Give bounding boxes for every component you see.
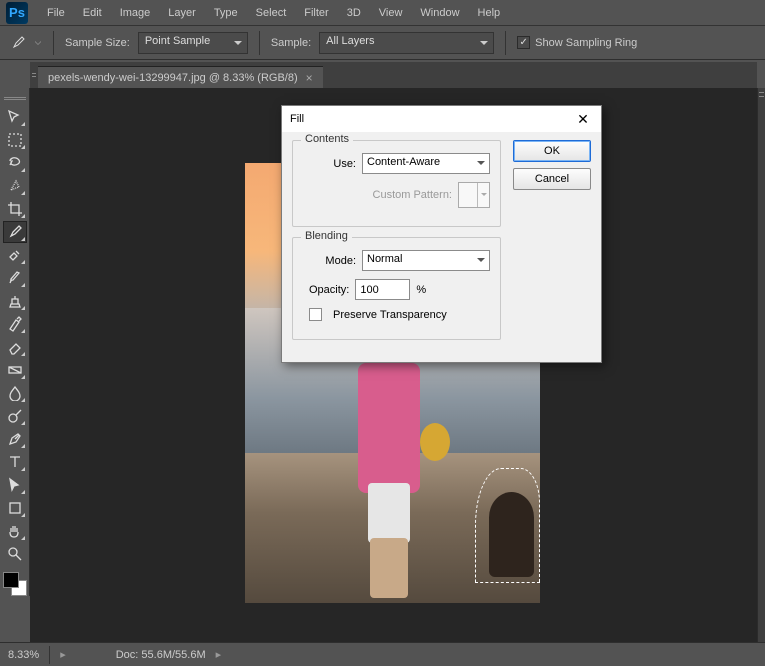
move-tool[interactable] xyxy=(3,106,27,128)
brush-tool[interactable] xyxy=(3,267,27,289)
shape-tool[interactable] xyxy=(3,497,27,519)
sample-size-select[interactable]: Point Sample xyxy=(138,32,248,54)
document-tab[interactable]: pexels-wendy-wei-13299947.jpg @ 8.33% (R… xyxy=(38,66,323,88)
menu-view[interactable]: View xyxy=(370,3,412,23)
dialog-titlebar[interactable]: Fill ✕ xyxy=(282,106,601,132)
history-brush-tool[interactable] xyxy=(3,313,27,335)
quick-select-tool[interactable] xyxy=(3,175,27,197)
mode-select[interactable]: Normal xyxy=(362,250,490,271)
path-select-tool[interactable] xyxy=(3,474,27,496)
use-label: Use: xyxy=(333,158,356,170)
sample-select[interactable]: All Layers xyxy=(319,32,494,54)
ok-button[interactable]: OK xyxy=(513,140,591,162)
toolbox xyxy=(0,88,30,596)
menu-type[interactable]: Type xyxy=(205,3,247,23)
menu-file[interactable]: File xyxy=(38,3,74,23)
blur-tool[interactable] xyxy=(3,382,27,404)
chevron-down-icon[interactable] xyxy=(34,35,42,51)
separator xyxy=(53,31,54,55)
marquee-tool[interactable] xyxy=(3,129,27,151)
blending-group: Blending Mode: Normal Opacity: % Preserv… xyxy=(292,237,501,340)
separator xyxy=(505,31,506,55)
dialog-close-button[interactable]: ✕ xyxy=(573,109,593,129)
menu-3d[interactable]: 3D xyxy=(338,3,370,23)
pen-tool[interactable] xyxy=(3,428,27,450)
cancel-button[interactable]: Cancel xyxy=(513,168,591,190)
mode-label: Mode: xyxy=(325,255,356,267)
status-bar: 8.33% ▸ Doc: 55.6M/55.6M ▸ xyxy=(0,642,765,666)
fill-dialog: Fill ✕ Contents Use: Content-Aware Custo… xyxy=(281,105,602,363)
custom-pattern-label: Custom Pattern: xyxy=(373,189,452,201)
eyedropper-icon xyxy=(10,35,26,51)
options-bar: Sample Size: Point Sample Sample: All La… xyxy=(0,26,765,60)
document-tab-title: pexels-wendy-wei-13299947.jpg @ 8.33% (R… xyxy=(48,72,298,84)
sample-size-label: Sample Size: xyxy=(65,37,130,49)
menu-layer[interactable]: Layer xyxy=(159,3,205,23)
opacity-label: Opacity: xyxy=(309,284,349,296)
clone-stamp-tool[interactable] xyxy=(3,290,27,312)
contents-legend: Contents xyxy=(301,133,353,145)
status-doc-value: 55.6M/55.6M xyxy=(141,649,205,661)
hand-tool[interactable] xyxy=(3,520,27,542)
healing-brush-tool[interactable] xyxy=(3,244,27,266)
app-logo-icon: Ps xyxy=(6,2,28,24)
tab-grip-icon[interactable] xyxy=(30,62,38,88)
menu-edit[interactable]: Edit xyxy=(74,3,111,23)
lasso-tool[interactable] xyxy=(3,152,27,174)
dialog-title: Fill xyxy=(290,113,304,125)
eyedropper-tool[interactable] xyxy=(3,221,27,243)
zoom-tool[interactable] xyxy=(3,543,27,565)
contents-group: Contents Use: Content-Aware Custom Patte… xyxy=(292,140,501,227)
opacity-unit: % xyxy=(416,284,426,296)
checkbox-checked-icon: ✓ xyxy=(517,36,530,49)
preserve-transparency-label: Preserve Transparency xyxy=(333,309,447,321)
menu-image[interactable]: Image xyxy=(111,3,160,23)
opacity-input[interactable] xyxy=(355,279,410,300)
menu-window[interactable]: Window xyxy=(411,3,468,23)
custom-pattern-picker xyxy=(458,182,490,208)
show-sampling-ring-checkbox[interactable]: ✓ Show Sampling Ring xyxy=(517,36,637,49)
show-sampling-ring-label: Show Sampling Ring xyxy=(535,37,637,49)
panel-dock[interactable] xyxy=(757,88,765,642)
eraser-tool[interactable] xyxy=(3,336,27,358)
type-tool[interactable] xyxy=(3,451,27,473)
gradient-tool[interactable] xyxy=(3,359,27,381)
status-menu-icon[interactable]: ▸ xyxy=(60,648,66,661)
use-select[interactable]: Content-Aware xyxy=(362,153,490,174)
foreground-color-swatch[interactable] xyxy=(3,572,19,588)
dodge-tool[interactable] xyxy=(3,405,27,427)
blending-legend: Blending xyxy=(301,230,352,242)
separator xyxy=(259,31,260,55)
separator xyxy=(49,646,50,664)
preserve-transparency-checkbox[interactable] xyxy=(309,308,322,321)
menu-select[interactable]: Select xyxy=(247,3,296,23)
marching-ants-selection xyxy=(475,468,540,583)
status-zoom[interactable]: 8.33% xyxy=(8,649,39,661)
color-swatches[interactable] xyxy=(3,572,27,596)
close-tab-icon[interactable]: × xyxy=(306,71,313,85)
chevron-down-icon xyxy=(477,183,489,207)
crop-tool[interactable] xyxy=(3,198,27,220)
menu-filter[interactable]: Filter xyxy=(295,3,337,23)
menu-bar: Ps File Edit Image Layer Type Select Fil… xyxy=(0,0,765,26)
menu-help[interactable]: Help xyxy=(469,3,510,23)
document-tab-strip: pexels-wendy-wei-13299947.jpg @ 8.33% (R… xyxy=(30,62,757,88)
sample-label: Sample: xyxy=(271,37,311,49)
chevron-right-icon[interactable]: ▸ xyxy=(216,648,222,661)
toolbox-grip-icon[interactable] xyxy=(4,94,26,102)
status-doc-label: Doc: xyxy=(116,649,139,661)
